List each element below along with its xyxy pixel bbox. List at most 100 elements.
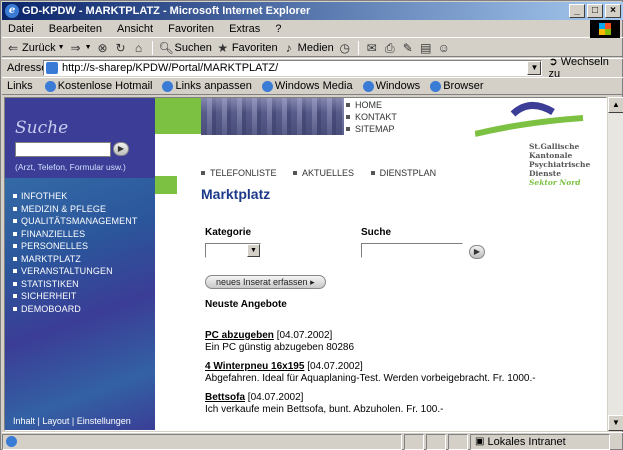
sidebar-search-input[interactable] bbox=[15, 142, 111, 157]
forward-button[interactable]: ⇒ ▼ bbox=[69, 41, 92, 55]
menu-favoriten[interactable]: Favoriten bbox=[162, 20, 220, 38]
refresh-icon[interactable]: ↻ bbox=[114, 41, 128, 55]
menu-bar: Datei Bearbeiten Ansicht Favoriten Extra… bbox=[2, 20, 623, 38]
address-input[interactable]: http://s-sharep/KPDW/Portal/MARKTPLATZ/ … bbox=[43, 59, 543, 76]
ie-link-icon bbox=[430, 80, 442, 92]
window-title: GD-KPDW - MARKTPLATZ - Microsoft Interne… bbox=[22, 5, 311, 17]
ie-link-icon bbox=[261, 80, 273, 92]
address-url: http://s-sharep/KPDW/Portal/MARKTPLATZ/ bbox=[62, 61, 279, 74]
history-icon[interactable]: ◷ bbox=[338, 41, 352, 55]
link-windows-media[interactable]: Windows Media bbox=[261, 80, 353, 92]
nav-aktuelles[interactable]: AKTUELLES bbox=[293, 168, 354, 178]
status-cell bbox=[426, 433, 446, 450]
ie-link-icon bbox=[44, 80, 56, 92]
favorites-icon: ★ bbox=[217, 40, 229, 55]
green-accent-block bbox=[155, 176, 177, 194]
link-windows[interactable]: Windows bbox=[362, 80, 420, 92]
nav-dienstplan[interactable]: DIENSTPLAN bbox=[371, 168, 437, 178]
address-label: Adresse bbox=[7, 61, 48, 74]
suche-label: Suche bbox=[361, 227, 392, 238]
links-bar: Links Kostenlose Hotmail Links anpassen … bbox=[2, 77, 623, 95]
nav-demoboard[interactable]: DEMOBOARD bbox=[13, 303, 137, 316]
browser-window: e GD-KPDW - MARKTPLATZ - Microsoft Inter… bbox=[0, 0, 623, 450]
institution-name: St.Gallische Kantonale Psychiatrische Di… bbox=[529, 142, 590, 187]
new-listing-button[interactable]: neues Inserat erfassen ▸ bbox=[205, 275, 326, 289]
menu-extras[interactable]: Extras bbox=[223, 20, 266, 38]
nav-statistiken[interactable]: STATISTIKEN bbox=[13, 278, 137, 291]
page-status-icon bbox=[6, 436, 17, 447]
offer-item: 4 Winterpneu 16x195 [04.07.2002] Abgefah… bbox=[205, 361, 536, 385]
window-controls: _ □ × bbox=[569, 4, 621, 18]
header-photo-banner bbox=[201, 98, 344, 135]
menu-help[interactable]: ? bbox=[269, 20, 287, 38]
scroll-down-icon[interactable]: ▼ bbox=[608, 415, 623, 431]
maximize-button[interactable]: □ bbox=[587, 4, 603, 18]
edit-icon[interactable]: ✎ bbox=[401, 41, 415, 55]
nav-marktplatz[interactable]: MARKTPLATZ bbox=[13, 253, 137, 266]
offer-title-link[interactable]: Bettsofa bbox=[205, 392, 245, 403]
media-button[interactable]: ♪ Medien bbox=[282, 41, 334, 55]
nav-telefonliste[interactable]: TELEFONLISTE bbox=[201, 168, 277, 178]
nav-home[interactable]: HOME bbox=[346, 99, 397, 111]
offer-description: Ein PC günstig abzugeben 80286 bbox=[205, 342, 355, 353]
security-zone: ▣ Lokales Intranet bbox=[470, 433, 610, 450]
address-dropdown-icon[interactable]: ▼ bbox=[527, 60, 542, 75]
logo-blue-arc bbox=[510, 102, 555, 117]
menu-bearbeiten[interactable]: Bearbeiten bbox=[43, 20, 108, 38]
offer-item: PC abzugeben [04.07.2002] Ein PC günstig… bbox=[205, 330, 354, 354]
minimize-button[interactable]: _ bbox=[569, 4, 585, 18]
offer-title-link[interactable]: 4 Winterpneu 16x195 bbox=[205, 361, 304, 372]
sidebar-nav: INFOTHEK MEDIZIN & PFLEGE QUALITÄTSMANAG… bbox=[13, 190, 137, 315]
sidebar-footer-links[interactable]: Inhalt | Layout | Einstellungen bbox=[13, 416, 131, 426]
favorites-button[interactable]: ★ Favoriten bbox=[216, 40, 277, 55]
nav-medizin-pflege[interactable]: MEDIZIN & PFLEGE bbox=[13, 203, 137, 216]
market-search-input[interactable] bbox=[361, 243, 463, 258]
back-button[interactable]: ⇐ Zurück ▼ bbox=[6, 41, 65, 55]
institution-logo bbox=[475, 102, 584, 137]
nav-personelles[interactable]: PERSONELLES bbox=[13, 240, 137, 253]
stop-icon[interactable]: ⊗ bbox=[96, 41, 110, 55]
title-bar: e GD-KPDW - MARKTPLATZ - Microsoft Inter… bbox=[2, 2, 623, 20]
logo-line-4: Dienste bbox=[529, 169, 562, 178]
links-label: Links bbox=[7, 80, 33, 92]
link-hotmail[interactable]: Kostenlose Hotmail bbox=[44, 80, 152, 92]
page-viewport: Suche ▶ (Arzt, Telefon, Formular usw.) I… bbox=[4, 97, 607, 431]
media-icon: ♪ bbox=[285, 40, 292, 55]
nav-qualitaetsmanagement[interactable]: QUALITÄTSMANAGEMENT bbox=[13, 215, 137, 228]
offer-title-link[interactable]: PC abzugeben bbox=[205, 330, 274, 341]
home-icon[interactable]: ⌂ bbox=[132, 41, 146, 55]
page-icon bbox=[46, 61, 58, 74]
vertical-scrollbar[interactable]: ▲ ▼ bbox=[607, 97, 623, 431]
nav-kontakt[interactable]: KONTAKT bbox=[346, 111, 397, 123]
forward-arrow-icon: ⇒ bbox=[70, 40, 81, 55]
logo-line-1: St.Gallische bbox=[529, 142, 580, 151]
nav-veranstaltungen[interactable]: VERANSTALTUNGEN bbox=[13, 265, 137, 278]
sidebar-search-go-button[interactable]: ▶ bbox=[113, 142, 129, 156]
market-search-go-button[interactable]: ▶ bbox=[469, 245, 485, 259]
offer-item: Bettsofa [04.07.2002] Ich verkaufe mein … bbox=[205, 392, 443, 416]
logo-sector: Sektor Nord bbox=[529, 178, 581, 187]
green-accent-block bbox=[155, 98, 201, 134]
kategorie-select[interactable]: ▼ bbox=[205, 243, 261, 258]
offer-description: Abgefahren. Ideal für Aquaplaning-Test. … bbox=[205, 373, 536, 384]
sidebar-search-hint: (Arzt, Telefon, Formular usw.) bbox=[15, 162, 126, 172]
nav-sitemap[interactable]: SITEMAP bbox=[346, 123, 397, 135]
close-button[interactable]: × bbox=[605, 4, 621, 18]
messenger-icon[interactable]: ☺ bbox=[437, 41, 451, 55]
logo-line-2: Kantonale bbox=[529, 151, 573, 160]
link-customize[interactable]: Links anpassen bbox=[162, 80, 252, 92]
mail-icon[interactable]: ✉ bbox=[365, 41, 379, 55]
internet-explorer-icon: e bbox=[5, 4, 19, 18]
nav-infothek[interactable]: INFOTHEK bbox=[13, 190, 137, 203]
menu-datei[interactable]: Datei bbox=[2, 20, 40, 38]
discuss-icon[interactable]: ▤ bbox=[419, 41, 433, 55]
status-message bbox=[2, 433, 402, 450]
scroll-up-icon[interactable]: ▲ bbox=[608, 97, 623, 113]
search-button[interactable]: 🔍︎ Suchen bbox=[159, 41, 212, 55]
nav-finanzielles[interactable]: FINANZIELLES bbox=[13, 228, 137, 241]
link-browser[interactable]: Browser bbox=[430, 80, 484, 92]
menu-ansicht[interactable]: Ansicht bbox=[111, 20, 159, 38]
status-cell bbox=[448, 433, 468, 450]
print-icon[interactable]: ⎙ bbox=[383, 41, 397, 55]
nav-sicherheit[interactable]: SICHERHEIT bbox=[13, 290, 137, 303]
